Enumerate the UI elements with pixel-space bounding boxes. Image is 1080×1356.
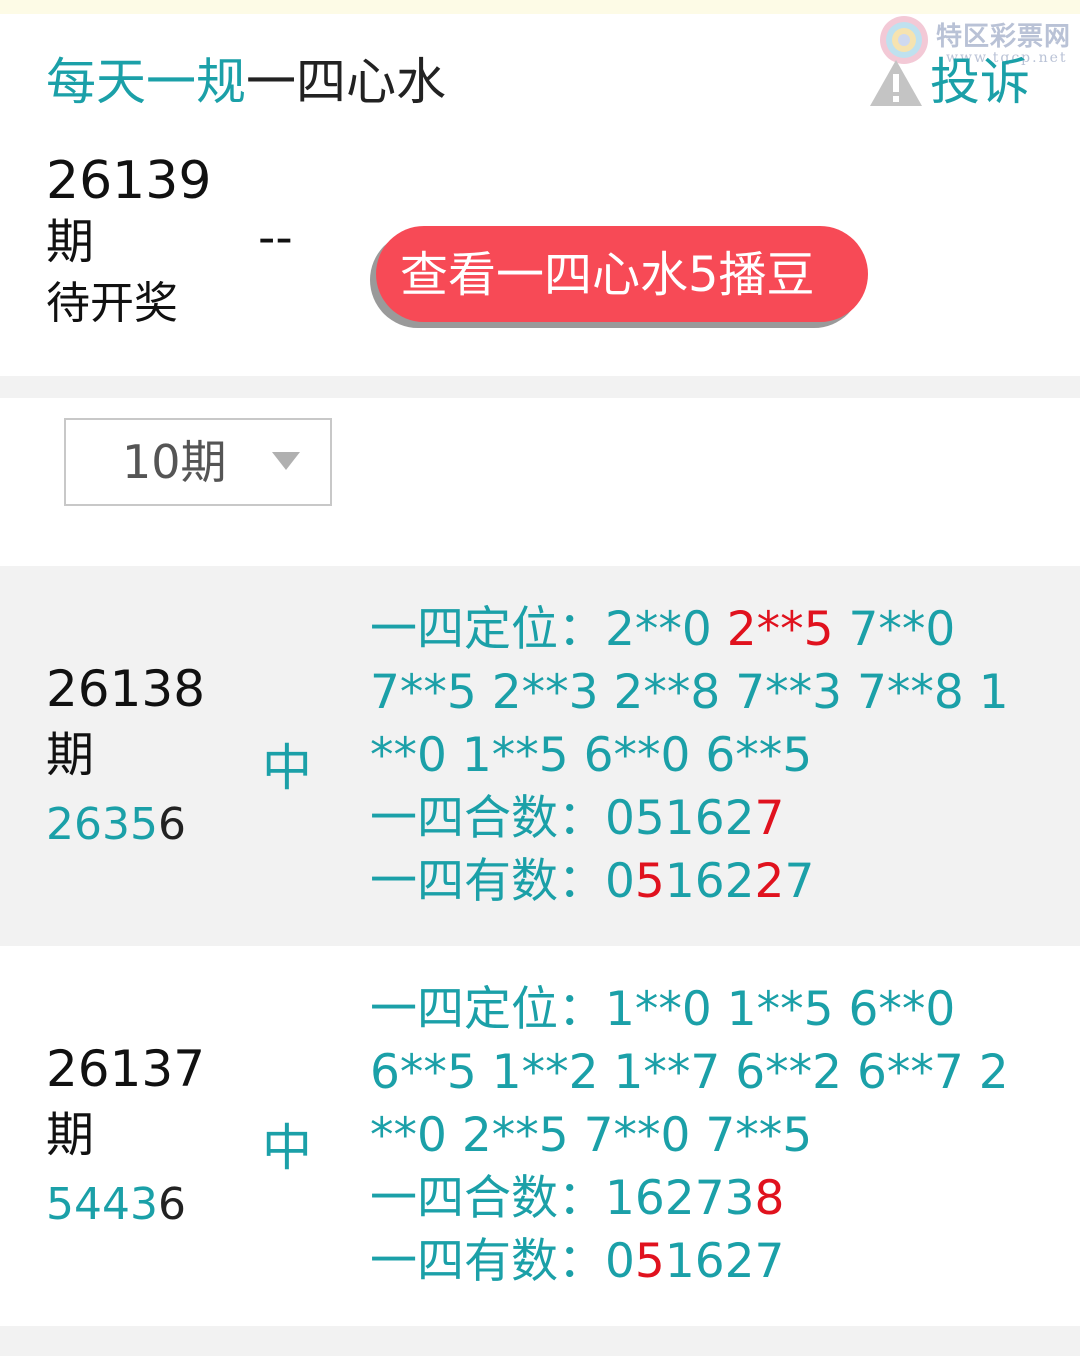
- row-hit-status: 中: [262, 739, 312, 797]
- youshu-hit: 5: [634, 854, 665, 909]
- row-issue: 26138 期 26356: [46, 658, 205, 860]
- heshu-hit: 7: [754, 791, 785, 846]
- row-issue-number: 26137: [46, 1040, 206, 1098]
- row-prediction: 一四定位：1**0 1**5 6**0 6**5 1**2 1**7 6**2 …: [370, 978, 1030, 1293]
- dingwei-label: 一四定位：: [370, 982, 605, 1037]
- heshu-line: 一四合数：162738: [370, 1167, 1030, 1230]
- current-issue: 26139 期 待开奖: [46, 152, 211, 334]
- caret-down-icon: [272, 452, 300, 470]
- row-result-main: 2635: [46, 799, 158, 850]
- heshu-text: 16273: [605, 1171, 755, 1226]
- dingwei-text: 7**0: [833, 602, 956, 657]
- youshu-hit: 2: [754, 854, 785, 909]
- row-result-last: 6: [157, 1179, 186, 1230]
- youshu-text: 0: [605, 854, 635, 909]
- dingwei-line-3: **0 2**5 7**0 7**5: [370, 1108, 813, 1163]
- row-result: 26356: [46, 790, 205, 860]
- current-status: 待开奖: [46, 278, 178, 329]
- row-issue-unit: 期: [46, 727, 95, 783]
- dingwei-text: 2**0: [605, 602, 727, 657]
- row-prediction: 一四定位：2**0 2**5 7**0 7**5 2**3 2**8 7**3 …: [370, 598, 1030, 913]
- heshu-text: 05162: [605, 791, 755, 846]
- row-result-main: 5443: [46, 1179, 158, 1230]
- view-prediction-label: 查看一四心水5播豆: [400, 247, 815, 303]
- heshu-hit: 8: [754, 1171, 785, 1226]
- dingwei-line-2: 6**5 1**2 1**7 6**2 6**7 2: [370, 1045, 1009, 1100]
- dingwei-line-1: 一四定位：1**0 1**5 6**0: [370, 978, 1030, 1041]
- youshu-hit: 5: [634, 1234, 665, 1289]
- period-select-value: 10期: [122, 435, 227, 489]
- row-issue: 26137 期 54436: [46, 1038, 205, 1240]
- youshu-text: 162: [664, 854, 755, 909]
- dingwei-label: 一四定位：: [370, 602, 605, 657]
- row-result-last: 6: [157, 799, 186, 850]
- current-result-placeholder: --: [258, 210, 293, 266]
- youshu-line: 一四有数：051627: [370, 1230, 1030, 1293]
- dingwei-hit: 2**5: [726, 602, 834, 657]
- report-label: 投诉: [930, 53, 1030, 111]
- row-issue-number: 26138: [46, 660, 206, 718]
- heshu-label: 一四合数：: [370, 1171, 605, 1226]
- current-issue-unit: 期: [46, 214, 95, 270]
- title-part1: 每天一规: [46, 53, 246, 111]
- view-prediction-button[interactable]: 查看一四心水5播豆: [376, 226, 868, 322]
- youshu-text: 7: [784, 854, 815, 909]
- heshu-line: 一四合数：051627: [370, 787, 1030, 850]
- youshu-line: 一四有数：0516227: [370, 850, 1030, 913]
- heshu-label: 一四合数：: [370, 791, 605, 846]
- youshu-label: 一四有数：: [370, 1234, 605, 1289]
- period-select[interactable]: 10期: [64, 418, 332, 506]
- row-issue-unit: 期: [46, 1107, 95, 1163]
- dingwei-text: 1**0 1**5 6**0: [605, 982, 956, 1037]
- dingwei-line-2: 7**5 2**3 2**8 7**3 7**8 1: [370, 665, 1009, 720]
- page-title: 每天一规一四心水: [46, 50, 446, 114]
- watermark-name: 特区彩票网: [936, 22, 1072, 52]
- dingwei-line-3: **0 1**5 6**0 6**5: [370, 728, 813, 783]
- dingwei-line-1: 一四定位：2**0 2**5 7**0: [370, 598, 1030, 661]
- title-part2: 一四心水: [246, 53, 446, 111]
- youshu-text: 1627: [664, 1234, 785, 1289]
- warning-triangle-icon: [870, 60, 922, 106]
- row-hit-status: 中: [262, 1119, 312, 1177]
- youshu-text: 0: [605, 1234, 635, 1289]
- row-result: 54436: [46, 1170, 205, 1240]
- current-issue-number: 26139: [46, 151, 212, 211]
- youshu-label: 一四有数：: [370, 854, 605, 909]
